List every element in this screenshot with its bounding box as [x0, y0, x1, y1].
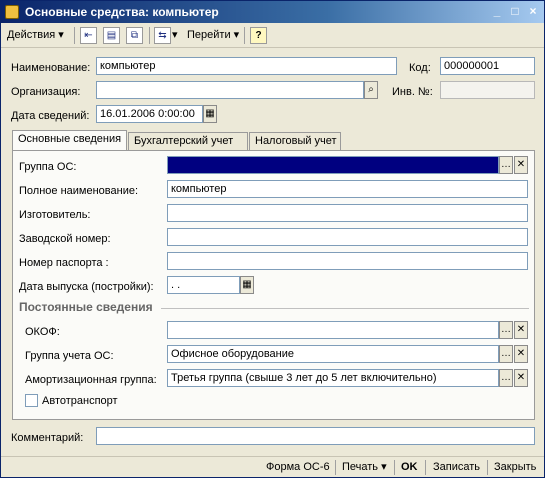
okof-label: ОКОФ: [25, 326, 60, 338]
ellipsis-icon[interactable]: … [499, 369, 513, 387]
bottom-bar: Форма ОС-6 Печать ▾ OK Записать Закрыть [1, 456, 544, 477]
goto-menu[interactable]: Перейти ▾ [187, 27, 239, 44]
chevron-down-icon: ▾ [381, 461, 387, 473]
help-button[interactable]: ? [250, 27, 267, 44]
org-label: Организация: [11, 86, 81, 98]
code-field[interactable]: 000000001 [440, 57, 535, 75]
serial-label: Заводской номер: [19, 233, 111, 245]
full-name-field[interactable]: компьютер [167, 180, 528, 198]
inv-field[interactable] [440, 81, 535, 99]
main-window: Основные средства: компьютер _ □ × Дейст… [0, 0, 545, 478]
group-label: Группа ОС: [19, 161, 77, 173]
maker-label: Изготовитель: [19, 209, 91, 221]
vehicle-checkbox[interactable] [25, 394, 38, 407]
chevron-down-icon: ▾ [233, 29, 240, 41]
bottom-separator [487, 460, 488, 475]
actions-menu[interactable]: Действия ▾ [7, 27, 64, 44]
acc-group-field[interactable]: Офисное оборудование [167, 345, 499, 363]
bottom-separator [394, 460, 395, 475]
document-icon[interactable]: ▤ [103, 27, 120, 44]
structure-icon[interactable]: ⇆ [154, 27, 171, 44]
print-label: Печать [342, 461, 379, 473]
group-field[interactable] [167, 156, 499, 174]
bottom-separator [335, 460, 336, 475]
inv-label: Инв. №: [392, 86, 433, 98]
maximize-icon[interactable]: □ [507, 4, 523, 19]
name-label: Наименование: [11, 62, 91, 74]
structure-dropdown-icon[interactable]: ▾ [172, 27, 178, 44]
bottom-separator [425, 460, 426, 475]
ellipsis-icon[interactable]: … [499, 345, 513, 363]
ok-button[interactable]: OK [401, 460, 418, 475]
acc-group-label: Группа учета ОС: [25, 350, 114, 362]
full-name-label: Полное наименование: [19, 185, 139, 197]
actions-label: Действия [7, 29, 56, 41]
amort-field[interactable]: Третья группа (свыше 3 лет до 5 лет вклю… [167, 369, 499, 387]
okof-field[interactable] [167, 321, 499, 339]
passport-field[interactable] [167, 252, 528, 270]
ellipsis-icon[interactable]: … [499, 156, 513, 174]
clear-icon[interactable]: ✕ [514, 321, 528, 339]
amort-label: Амортизационная группа: [25, 374, 157, 386]
app-icon [5, 5, 19, 19]
section-divider [161, 308, 529, 309]
clear-icon[interactable]: ✕ [514, 369, 528, 387]
calendar-icon[interactable]: ▦ [203, 105, 217, 123]
code-label: Код: [409, 62, 431, 74]
goto-label: Перейти [187, 29, 231, 41]
form-os6-button[interactable]: Форма ОС-6 [266, 460, 330, 475]
clear-icon[interactable]: ✕ [514, 345, 528, 363]
close-button[interactable]: Закрыть [494, 460, 536, 475]
comment-label: Комментарий: [11, 432, 84, 444]
close-icon[interactable]: × [525, 4, 541, 19]
serial-field[interactable] [167, 228, 528, 246]
section-title: Постоянные сведения [19, 300, 153, 314]
save-button[interactable]: Записать [433, 460, 480, 475]
window-title: Основные средства: компьютер [25, 5, 219, 19]
vehicle-label: Автотранспорт [42, 395, 118, 407]
release-date-field[interactable]: . . [167, 276, 240, 294]
tab-main-info[interactable]: Основные сведения [12, 130, 127, 150]
ellipsis-icon[interactable]: … [499, 321, 513, 339]
toolbar-separator [74, 27, 75, 44]
toolbar-separator [244, 27, 245, 44]
name-field[interactable]: компьютер [96, 57, 397, 75]
chevron-down-icon: ▾ [58, 29, 64, 41]
back-arrow-icon[interactable]: ⇤ [80, 27, 97, 44]
print-menu[interactable]: Печать ▾ [342, 460, 387, 475]
tab-tax[interactable]: Налоговый учет [249, 132, 341, 150]
release-label: Дата выпуска (постройки): [19, 281, 154, 293]
copy-icon[interactable]: ⧉ [126, 27, 143, 44]
search-icon[interactable]: ⌕ [364, 81, 378, 99]
org-field[interactable] [96, 81, 364, 99]
toolbar-separator [149, 27, 150, 44]
comment-field[interactable] [96, 427, 535, 445]
minimize-icon[interactable]: _ [489, 4, 505, 19]
toolbar: Действия ▾ ⇤ ▤ ⧉ ⇆ ▾ Перейти ▾ ? [1, 23, 544, 48]
title-bar[interactable]: Основные средства: компьютер _ □ × [1, 1, 544, 23]
calendar-icon[interactable]: ▦ [240, 276, 254, 294]
clear-icon[interactable]: ✕ [514, 156, 528, 174]
date-field[interactable]: 16.01.2006 0:00:00 [96, 105, 203, 123]
passport-label: Номер паспорта : [19, 257, 109, 269]
maker-field[interactable] [167, 204, 528, 222]
date-label: Дата сведений: [11, 110, 90, 122]
tab-accounting[interactable]: Бухгалтерский учет [128, 132, 248, 150]
